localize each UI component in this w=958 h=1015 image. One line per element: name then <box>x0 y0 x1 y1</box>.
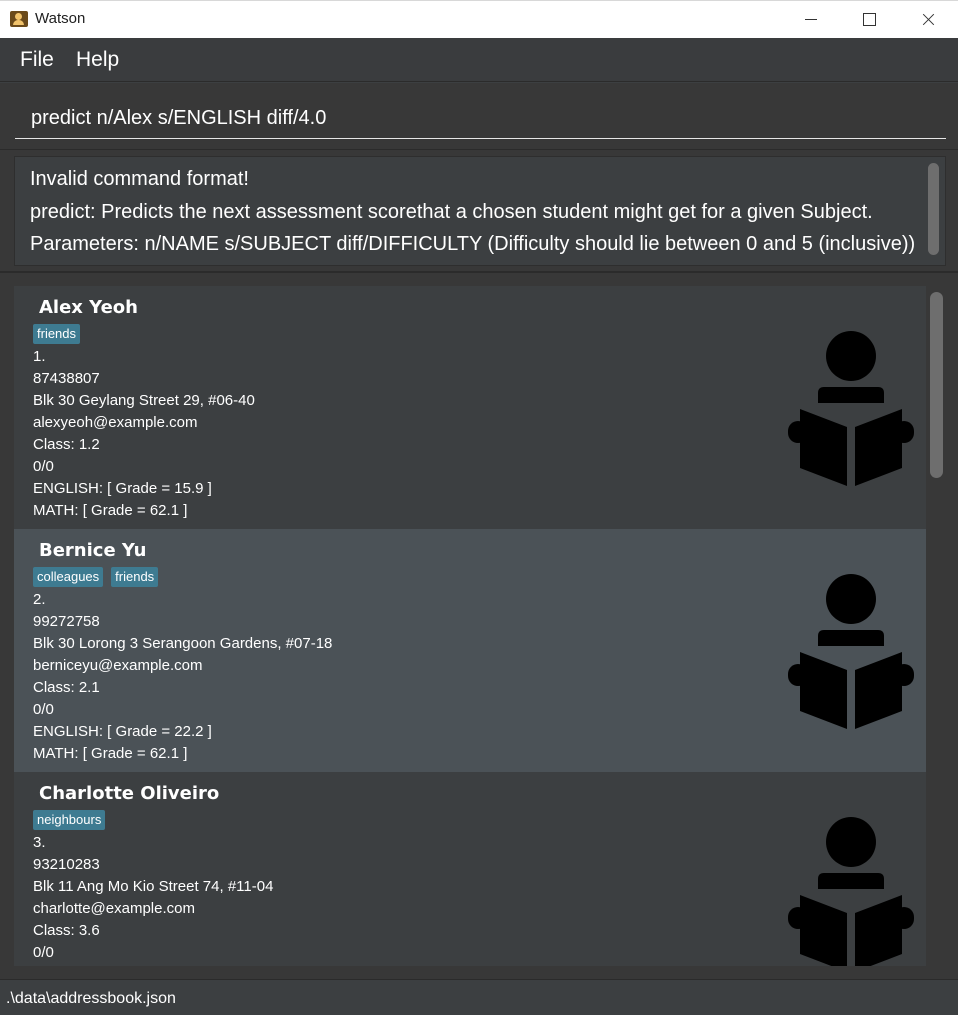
student-phone: 93210283 <box>33 856 100 873</box>
student-index: 3. <box>33 834 46 851</box>
tag: friends <box>33 324 81 344</box>
result-line: predict: Predicts the next assessment sc… <box>30 201 873 223</box>
student-card[interactable]: Alex Yeoh friends 1. 87438807 Blk 30 Gey… <box>14 286 926 529</box>
student-attendance: 0/0 <box>33 458 54 475</box>
tag: friends <box>111 567 159 587</box>
tag-list: colleagues friends <box>33 567 159 587</box>
maximize-icon[interactable] <box>846 1 892 39</box>
command-input[interactable] <box>15 99 946 139</box>
result-scrollbar[interactable] <box>928 163 939 255</box>
menu-file[interactable]: File <box>20 48 54 72</box>
student-email: charlotte@example.com <box>33 900 195 917</box>
reading-student-icon <box>788 331 914 486</box>
student-card[interactable]: Bernice Yu colleagues friends 2. 9927275… <box>14 529 926 772</box>
student-name: Bernice Yu <box>39 540 147 561</box>
reading-student-icon <box>788 817 914 966</box>
student-attendance: 0/0 <box>33 701 54 718</box>
menu-bar: File Help <box>0 38 958 82</box>
student-address: Blk 30 Geylang Street 29, #06-40 <box>33 392 255 409</box>
student-list-scrollbar[interactable] <box>930 292 943 478</box>
student-index: 1. <box>33 348 46 365</box>
student-math-grade: MATH: [ Grade = 62.1 ] <box>33 502 188 519</box>
student-email: berniceyu@example.com <box>33 657 203 674</box>
status-bar: .\data\addressbook.json <box>0 979 958 1015</box>
student-phone: 99272758 <box>33 613 100 630</box>
student-email: alexyeoh@example.com <box>33 414 198 431</box>
student-english-grade: ENGLISH: [ Grade = 15.9 ] <box>33 480 212 497</box>
result-display-panel: Invalid command format! predict: Predict… <box>0 149 958 273</box>
result-line: Parameters: n/NAME s/SUBJECT diff/DIFFIC… <box>30 233 916 255</box>
close-icon[interactable] <box>904 1 950 39</box>
result-display[interactable]: Invalid command format! predict: Predict… <box>14 156 946 266</box>
tag: colleagues <box>33 567 104 587</box>
student-list: Alex Yeoh friends 1. 87438807 Blk 30 Gey… <box>14 286 926 966</box>
student-list-panel: Alex Yeoh friends 1. 87438807 Blk 30 Gey… <box>0 273 958 979</box>
save-location-label: .\data\addressbook.json <box>6 990 176 1007</box>
student-name: Charlotte Oliveiro <box>39 783 220 804</box>
result-line: Invalid command format! <box>30 168 249 190</box>
student-english-grade: ENGLISH: [ Grade = 22.2 ] <box>33 723 212 740</box>
tag: neighbours <box>33 810 106 830</box>
student-card[interactable]: Charlotte Oliveiro neighbours 3. 9321028… <box>14 772 926 966</box>
title-bar: Watson <box>0 0 958 38</box>
command-box <box>0 83 958 149</box>
tag-list: neighbours <box>33 810 106 830</box>
window-title: Watson <box>35 10 86 27</box>
minimize-icon[interactable] <box>788 1 834 39</box>
student-index: 2. <box>33 591 46 608</box>
student-phone: 87438807 <box>33 370 100 387</box>
student-attendance: 0/0 <box>33 944 54 961</box>
reading-student-icon <box>788 574 914 729</box>
tag-list: friends <box>33 324 81 344</box>
menu-help[interactable]: Help <box>76 48 119 72</box>
student-address: Blk 11 Ang Mo Kio Street 74, #11-04 <box>33 878 274 895</box>
student-name: Alex Yeoh <box>39 297 138 318</box>
student-class: Class: 3.6 <box>33 922 100 939</box>
student-class: Class: 2.1 <box>33 679 100 696</box>
app-icon <box>10 11 28 27</box>
student-math-grade: MATH: [ Grade = 62.1 ] <box>33 745 188 762</box>
student-address: Blk 30 Lorong 3 Serangoon Gardens, #07-1… <box>33 635 333 652</box>
student-class: Class: 1.2 <box>33 436 100 453</box>
